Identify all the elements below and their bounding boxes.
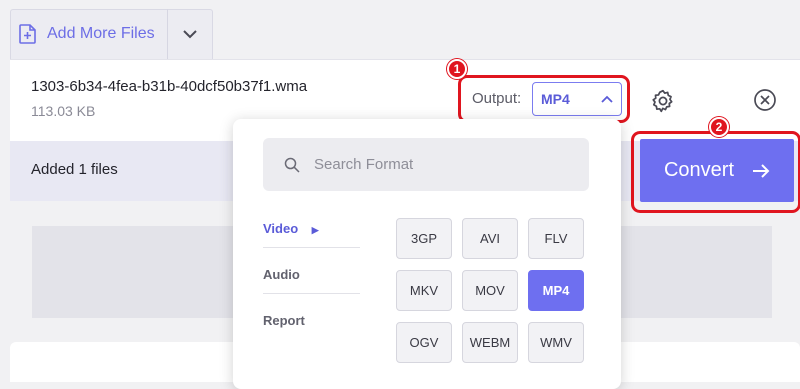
category-divider — [263, 293, 360, 294]
category-audio[interactable]: Audio — [263, 267, 300, 282]
category-report[interactable]: Report — [263, 313, 305, 328]
convert-button[interactable]: Convert — [640, 139, 794, 202]
chevron-down-icon — [183, 30, 197, 39]
category-video[interactable]: Video ▶ — [263, 221, 319, 236]
add-more-files-label: Add More Files — [47, 25, 155, 42]
file-size: 113.03 KB — [31, 103, 96, 119]
format-option-mov[interactable]: MOV — [462, 270, 518, 311]
output-format-select[interactable]: MP4 — [532, 82, 622, 116]
add-file-icon — [19, 24, 36, 44]
add-more-files-button[interactable]: Add More Files — [10, 9, 167, 59]
caret-right-icon: ▶ — [311, 225, 319, 235]
gear-icon[interactable] — [650, 88, 676, 114]
search-icon — [284, 157, 300, 173]
format-option-flv[interactable]: FLV — [528, 218, 584, 259]
annotation-badge-2: 2 — [709, 117, 729, 137]
annotation-badge-1: 1 — [447, 59, 467, 79]
format-option-3gp[interactable]: 3GP — [396, 218, 452, 259]
search-format-input[interactable] — [312, 155, 566, 174]
remove-file-icon[interactable] — [753, 88, 777, 112]
format-option-mp4[interactable]: MP4 — [528, 270, 584, 311]
chevron-up-icon — [601, 95, 613, 103]
format-option-wmv[interactable]: WMV — [528, 322, 584, 363]
format-option-webm[interactable]: WEBM — [462, 322, 518, 363]
output-format-value: MP4 — [541, 91, 570, 107]
category-divider — [263, 247, 360, 248]
arrow-right-icon — [753, 163, 770, 178]
output-label: Output: — [472, 90, 522, 107]
category-video-label: Video — [263, 221, 299, 236]
status-text: Added 1 files — [31, 161, 118, 178]
add-files-dropdown-button[interactable] — [168, 9, 212, 59]
format-search[interactable] — [263, 138, 589, 191]
format-option-avi[interactable]: AVI — [462, 218, 518, 259]
format-option-mkv[interactable]: MKV — [396, 270, 452, 311]
format-option-ogv[interactable]: OGV — [396, 322, 452, 363]
convert-label: Convert — [663, 159, 735, 181]
file-name: 1303-6b34-4fea-b31b-40dcf50b37f1.wma — [31, 78, 308, 95]
